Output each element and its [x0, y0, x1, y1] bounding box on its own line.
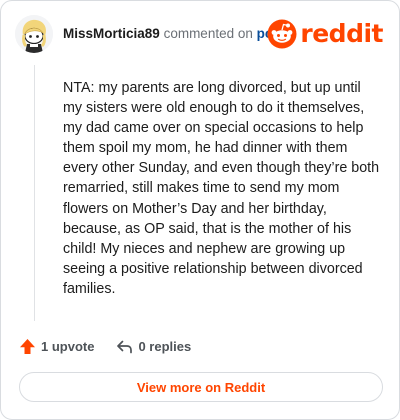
- reddit-logo[interactable]: reddit: [267, 19, 383, 49]
- upvote-button[interactable]: 1 upvote: [19, 338, 94, 355]
- view-more-button[interactable]: View more on Reddit: [19, 372, 383, 402]
- comment-body: NTA: my parents are long divorced, but u…: [63, 80, 380, 297]
- upvote-count: 1 upvote: [41, 339, 95, 354]
- comment-actions: 1 upvote 0 replies: [19, 338, 191, 355]
- reddit-snoo-icon: [267, 19, 297, 49]
- user-avatar[interactable]: [15, 15, 53, 53]
- upvote-arrow-icon: [20, 339, 35, 354]
- reddit-comment-embed: MissMorticia89 commented on post reddit …: [0, 0, 400, 420]
- username-link[interactable]: MissMorticia89: [63, 26, 160, 41]
- snoo-avatar-icon: [15, 15, 53, 53]
- action-text: commented on: [163, 26, 253, 41]
- comment-header: MissMorticia89 commented on post reddit: [15, 15, 385, 55]
- reply-count: 0 replies: [138, 339, 192, 354]
- reply-arrow-icon: [117, 340, 133, 353]
- reply-button[interactable]: 0 replies: [116, 339, 191, 355]
- reddit-wordmark: reddit: [300, 19, 383, 48]
- thread-line: [34, 65, 35, 321]
- comment-meta: MissMorticia89 commented on post: [63, 26, 285, 41]
